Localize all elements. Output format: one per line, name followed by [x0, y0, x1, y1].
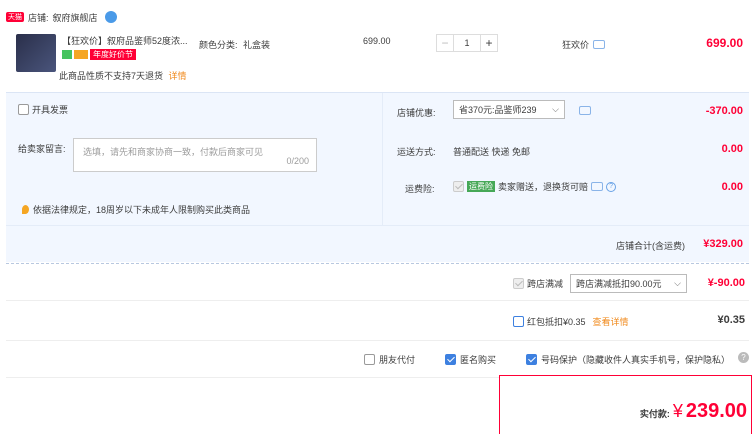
invoice-label: 开具发票 — [32, 105, 69, 115]
payment-label: 实付款: — [639, 409, 670, 419]
promo: 狂欢价 — [562, 38, 606, 51]
event-badge: 年度好价节 — [90, 49, 136, 60]
quantity-input[interactable]: 1 — [454, 34, 480, 52]
anonymous-option[interactable]: 匿名购买 — [445, 353, 496, 366]
location-pin-icon — [22, 205, 29, 214]
product-title[interactable]: 【狂欢价】叙府品鉴师52度浓... — [62, 34, 212, 47]
card-icon — [74, 50, 88, 59]
divider — [6, 377, 499, 378]
discount-select[interactable]: 省370元:品鉴师239 ⌵ — [453, 100, 565, 119]
chat-icon[interactable] — [593, 40, 606, 49]
divider — [6, 300, 749, 301]
friend-pay-option[interactable]: 朋友代付 — [364, 353, 415, 366]
shipping-label: 运送方式: — [397, 147, 436, 157]
number-protect-checkbox[interactable] — [526, 354, 537, 365]
quantity-stepper: − 1 + — [436, 34, 498, 52]
product-row: 【狂欢价】叙府品鉴师52度浓... 年度好价节 颜色分类: 礼盒装 699.00… — [6, 30, 749, 90]
discount-label: 店铺优惠: — [397, 108, 436, 118]
message-counter: 0/200 — [286, 156, 309, 166]
cross-discount-checkbox — [513, 278, 524, 289]
message-label: 给卖家留言: — [18, 144, 66, 154]
decrease-button[interactable]: − — [436, 34, 454, 52]
service-icons: 年度好价节 — [62, 49, 136, 60]
payment-amount: 239.00 — [685, 400, 747, 422]
product-image[interactable] — [16, 34, 56, 72]
anonymous-label: 匿名购买 — [460, 355, 497, 365]
return-notice: 此商品性质不支持7天退货 详情 — [59, 69, 187, 82]
increase-button[interactable]: + — [480, 34, 498, 52]
cross-discount-select[interactable]: 跨店满减抵扣90.00元 ⌵ — [570, 274, 687, 293]
options-band: 开具发票 给卖家留言: 选填，请先和商家协商一致，付款后商家可见 0/200 依… — [6, 92, 749, 262]
insurance-option: 运费险 卖家赠送，退换货可赔 ? — [453, 180, 617, 193]
item-subtotal: 699.00 — [706, 36, 743, 50]
insurance-badge: 运费险 — [467, 181, 495, 192]
redpacket-amount: ¥0.35 — [717, 314, 745, 326]
cross-discount-select-value: 跨店满减抵扣90.00元 — [576, 279, 662, 289]
payment-total: 实付款: ¥ 239.00 — [640, 400, 747, 423]
insurance-label: 运费险: — [405, 184, 435, 194]
help-icon[interactable]: ? — [738, 352, 749, 363]
invoice-option[interactable]: 开具发票 — [18, 103, 68, 116]
promo-tag: 狂欢价 — [562, 40, 590, 50]
insurance-amount: 0.00 — [721, 181, 743, 193]
discount-chat-icon[interactable] — [579, 106, 591, 115]
redpacket-checkbox[interactable] — [513, 316, 524, 327]
friend-pay-checkbox[interactable] — [364, 354, 375, 365]
redpacket-option: 红包抵扣¥0.35 查看详情 — [513, 315, 629, 328]
discount-amount: -370.00 — [705, 105, 743, 117]
number-protect-label: 号码保护（隐藏收件人真实手机号，保护隐私） — [541, 355, 731, 365]
invoice-checkbox[interactable] — [18, 104, 29, 115]
divider — [6, 340, 749, 341]
shop-total-label: 店铺合计(含运费) — [616, 241, 685, 251]
cross-discount-amount: ¥-90.00 — [707, 277, 745, 289]
return-detail-link[interactable]: 详情 — [169, 71, 187, 81]
number-protect-option[interactable]: 号码保护（隐藏收件人真实手机号，保护隐私） — [526, 353, 730, 366]
cross-discount-option: 跨店满减 — [513, 277, 563, 290]
shop-name[interactable]: 叙府旗舰店 — [53, 11, 98, 24]
shipping-amount: 0.00 — [721, 143, 743, 155]
message-placeholder: 选填，请先和商家协商一致，付款后商家可见 — [83, 147, 264, 157]
payment-summary: 实付款: ¥ 239.00 — [499, 375, 752, 434]
insurance-chat-icon[interactable] — [591, 182, 604, 191]
shop-label: 店铺: — [28, 12, 49, 23]
right-column: 店铺优惠: 省370元:品鉴师239 ⌵ -370.00 运送方式: 普通配送 … — [382, 93, 749, 225]
insurance-text: 卖家赠送，退换货可赔 — [498, 182, 589, 192]
anonymous-checkbox[interactable] — [445, 354, 456, 365]
tmall-badge: 天猫 — [6, 12, 24, 22]
discount-select-value: 省370元:品鉴师239 — [459, 105, 537, 115]
insurance-checkbox — [453, 181, 464, 192]
chevron-down-icon: ⌵ — [552, 104, 559, 114]
cross-discount-label: 跨店满减 — [527, 279, 564, 289]
spec-value: 礼盒装 — [243, 40, 271, 50]
shop-header: 天猫 店铺: 叙府旗舰店 — [6, 10, 117, 24]
payment-currency: ¥ — [672, 401, 683, 421]
age-notice-text: 依据法律规定，18周岁以下未成年人限制购买此类商品 — [33, 205, 251, 215]
quality-icon — [62, 50, 72, 59]
return-notice-text: 此商品性质不支持7天退货 — [59, 71, 164, 81]
friend-pay-label: 朋友代付 — [379, 355, 416, 365]
shop-total-amount: ¥329.00 — [703, 238, 743, 250]
redpacket-label: 红包抵扣¥0.35 — [527, 317, 586, 327]
redpacket-detail-link[interactable]: 查看详情 — [593, 315, 629, 328]
wangwang-icon[interactable] — [104, 11, 117, 23]
chevron-down-icon: ⌵ — [674, 278, 681, 288]
shipping-method: 普通配送 快递 免邮 — [453, 147, 531, 157]
shop-total-row: 店铺合计(含运费) ¥329.00 — [6, 225, 749, 263]
divider — [6, 263, 749, 264]
age-notice: 依据法律规定，18周岁以下未成年人限制购买此类商品 — [22, 203, 250, 216]
spec-label: 颜色分类: — [199, 40, 238, 50]
help-icon[interactable]: ? — [606, 181, 617, 192]
message-field[interactable]: 选填，请先和商家协商一致，付款后商家可见 0/200 — [73, 138, 317, 172]
unit-price: 699.00 — [363, 36, 391, 46]
spec: 颜色分类: 礼盒装 — [199, 38, 270, 51]
